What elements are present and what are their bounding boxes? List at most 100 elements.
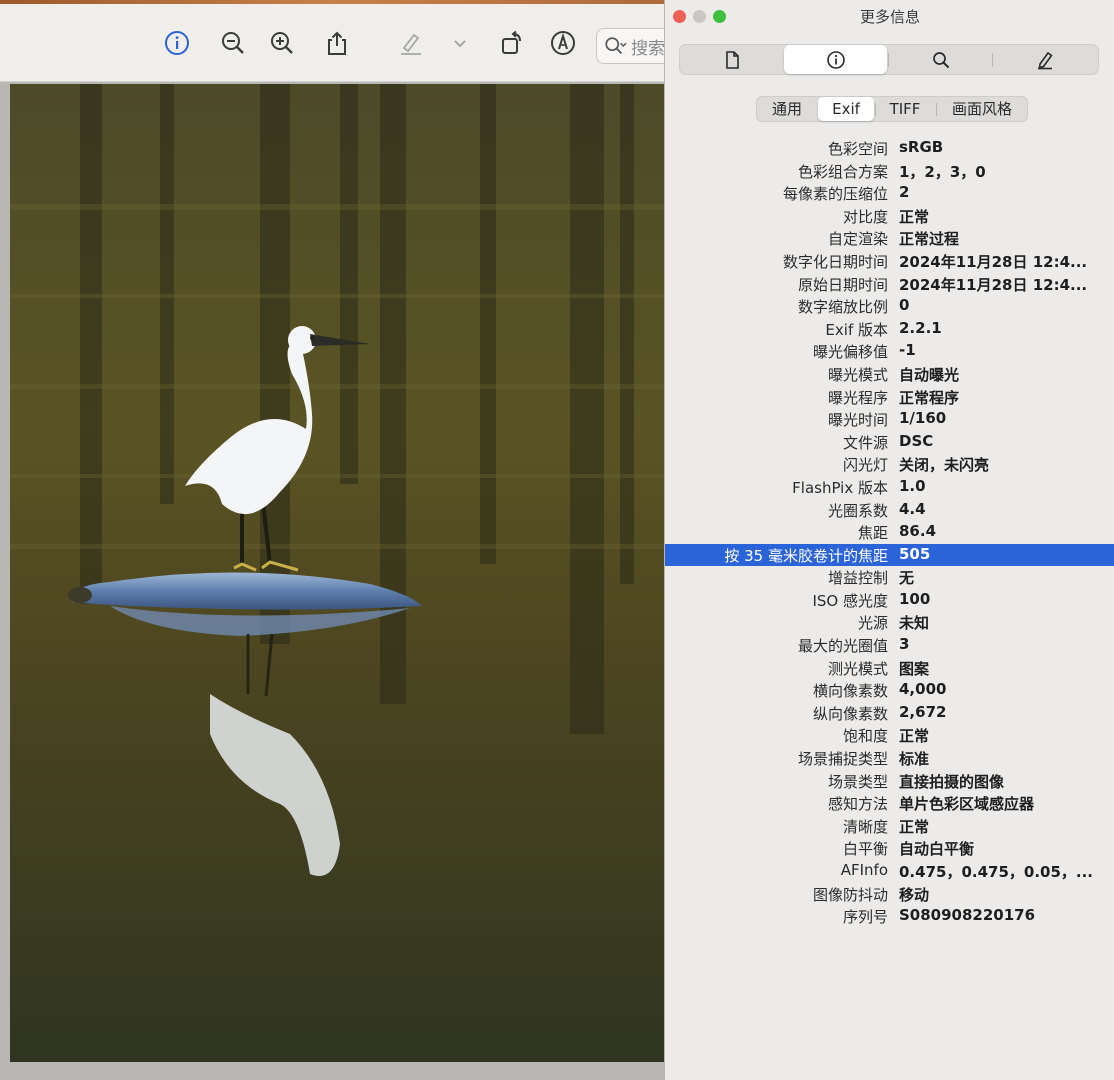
exif-row[interactable]: 数字缩放比例 0: [665, 295, 1114, 318]
markup-icon[interactable]: [548, 28, 578, 58]
exif-value: 自动白平衡: [899, 840, 975, 859]
search-placeholder: 搜索: [631, 38, 665, 59]
exif-row[interactable]: 光圈系数 4.4: [665, 499, 1114, 522]
exif-key: 按 35 毫米胶卷计的焦距: [724, 546, 888, 565]
exif-value: 2024年11月28日 12:4...: [899, 275, 1088, 294]
exif-key: AFInfo: [840, 861, 888, 879]
exif-key: ISO 感光度: [812, 591, 888, 610]
exif-row[interactable]: 横向像素数 4,000: [665, 679, 1114, 702]
exif-row[interactable]: 色彩组合方案 1，2，3，0: [665, 160, 1114, 183]
magnifier-icon[interactable]: [889, 45, 992, 74]
inspector-icon-tabs: [679, 44, 1099, 75]
image-canvas: [0, 82, 664, 1080]
exif-value: 图案: [899, 659, 930, 678]
inspector-titlebar: 更多信息: [665, 0, 1114, 32]
exif-value: sRGB: [899, 138, 944, 156]
exif-row[interactable]: 测光模式 图案: [665, 657, 1114, 680]
exif-value: 正常: [899, 207, 930, 226]
exif-row[interactable]: 白平衡 自动白平衡: [665, 837, 1114, 860]
exif-key: 图像防抖动: [812, 885, 888, 904]
exif-row[interactable]: 图像防抖动 移动: [665, 883, 1114, 906]
exif-key: 清晰度: [842, 817, 888, 836]
chevron-down-icon[interactable]: [446, 28, 474, 58]
zoom-out-icon[interactable]: [218, 28, 248, 58]
exif-key: 场景类型: [827, 772, 888, 791]
exif-row[interactable]: 序列号 S080908220176: [665, 905, 1114, 928]
exif-row[interactable]: 场景类型 直接拍摄的图像: [665, 770, 1114, 793]
exif-key: Exif 版本: [825, 320, 888, 339]
exif-row[interactable]: 每像素的压缩位 2: [665, 182, 1114, 205]
exif-row[interactable]: 饱和度 正常: [665, 724, 1114, 747]
exif-value: 0.475，0.475，0.05，...: [899, 863, 1093, 881]
exif-key: 每像素的压缩位: [782, 185, 888, 204]
exif-key: 文件源: [842, 433, 888, 452]
exif-row[interactable]: 自定渲染 正常过程: [665, 227, 1114, 250]
exif-key: 曝光程序: [827, 388, 888, 407]
exif-row[interactable]: 曝光时间 1/160: [665, 408, 1114, 431]
exif-row[interactable]: FlashPix 版本 1.0: [665, 476, 1114, 499]
exif-value: 正常: [899, 727, 930, 746]
segment-exif[interactable]: Exif: [818, 97, 874, 121]
exif-value: 2024年11月28日 12:4...: [899, 252, 1088, 271]
rotate-icon[interactable]: [497, 28, 527, 58]
exif-row[interactable]: 原始日期时间 2024年11月28日 12:4...: [665, 273, 1114, 296]
exif-row[interactable]: 色彩空间 sRGB: [665, 137, 1114, 160]
exif-key: 感知方法: [827, 795, 888, 814]
exif-value: 标准: [899, 750, 930, 769]
exif-value: 关闭，未闪亮: [899, 456, 990, 475]
exif-row[interactable]: 曝光程序 正常程序: [665, 386, 1114, 409]
exif-value: 4.4: [899, 499, 926, 518]
exif-row[interactable]: 清晰度 正常: [665, 815, 1114, 838]
exif-row[interactable]: ISO 感光度 100: [665, 589, 1114, 612]
exif-key: 曝光模式: [827, 365, 888, 384]
exif-row[interactable]: 闪光灯 关闭，未闪亮: [665, 453, 1114, 476]
exif-value: 1/160: [899, 409, 947, 428]
exif-row[interactable]: 增益控制无: [665, 566, 1114, 589]
pencil-icon[interactable]: [993, 45, 1096, 74]
info-icon[interactable]: [162, 28, 192, 58]
exif-key: 数字缩放比例: [797, 298, 888, 317]
exif-key: 光圈系数: [827, 501, 888, 520]
document-icon[interactable]: [680, 45, 783, 74]
exif-row[interactable]: 感知方法 单片色彩区域感应器: [665, 792, 1114, 815]
exif-key: 曝光偏移值: [812, 343, 888, 362]
segment-tiff[interactable]: TIFF: [875, 97, 935, 121]
exif-value: 正常程序: [899, 388, 960, 407]
exif-value: -1: [899, 341, 916, 360]
exif-row[interactable]: 对比度 正常: [665, 205, 1114, 228]
exif-key: 曝光时间: [827, 411, 888, 430]
exif-value: 1，2，3，0: [899, 162, 986, 181]
exif-row[interactable]: 按 35 毫米胶卷计的焦距 505: [665, 543, 1114, 567]
info-icon[interactable]: [784, 45, 887, 74]
exif-key: 数字化日期时间: [782, 252, 888, 271]
exif-row[interactable]: Exif 版本 2.2.1: [665, 318, 1114, 341]
segment-general[interactable]: 通用: [757, 97, 817, 121]
exif-value: 4,000: [899, 680, 947, 699]
exif-row[interactable]: 纵向像素数 2,672: [665, 702, 1114, 725]
segment-picture-style[interactable]: 画面风格: [936, 97, 1028, 121]
exif-row[interactable]: 最大的光圈值 3: [665, 634, 1114, 657]
exif-row[interactable]: 场景捕捉类型 标准: [665, 747, 1114, 770]
exif-key: 横向像素数: [812, 682, 888, 701]
zoom-in-icon[interactable]: [267, 28, 297, 58]
highlight-pen-icon[interactable]: [396, 28, 426, 58]
exif-row[interactable]: 曝光偏移值 -1: [665, 340, 1114, 363]
exif-key: 色彩空间: [827, 140, 888, 158]
exif-row[interactable]: 曝光模式 自动曝光: [665, 363, 1114, 386]
exif-value: 移动: [899, 885, 930, 904]
exif-row[interactable]: 文件源 DSC: [665, 431, 1114, 454]
exif-row[interactable]: 光源 未知: [665, 611, 1114, 634]
exif-row[interactable]: AFInfo 0.475，0.475，0.05，...: [665, 860, 1114, 883]
exif-value: 单片色彩区域感应器: [899, 795, 1035, 814]
exif-key: 闪光灯: [842, 456, 888, 475]
exif-value: 86.4: [899, 522, 937, 541]
exif-key: 自定渲染: [827, 230, 888, 249]
exif-value: 2.2.1: [899, 318, 942, 337]
more-info-inspector: 更多信息 通用 Exif TIFF 画面风格 色彩空间 sRGB 色彩组合方案 1，2…: [664, 0, 1114, 1080]
exif-row[interactable]: 焦距 86.4: [665, 521, 1114, 544]
exif-key: 饱和度: [842, 727, 888, 746]
exif-row[interactable]: 数字化日期时间 2024年11月28日 12:4...: [665, 250, 1114, 273]
exif-value: 505: [899, 544, 931, 563]
share-icon[interactable]: [322, 28, 352, 58]
exif-value: 正常过程: [899, 230, 960, 249]
